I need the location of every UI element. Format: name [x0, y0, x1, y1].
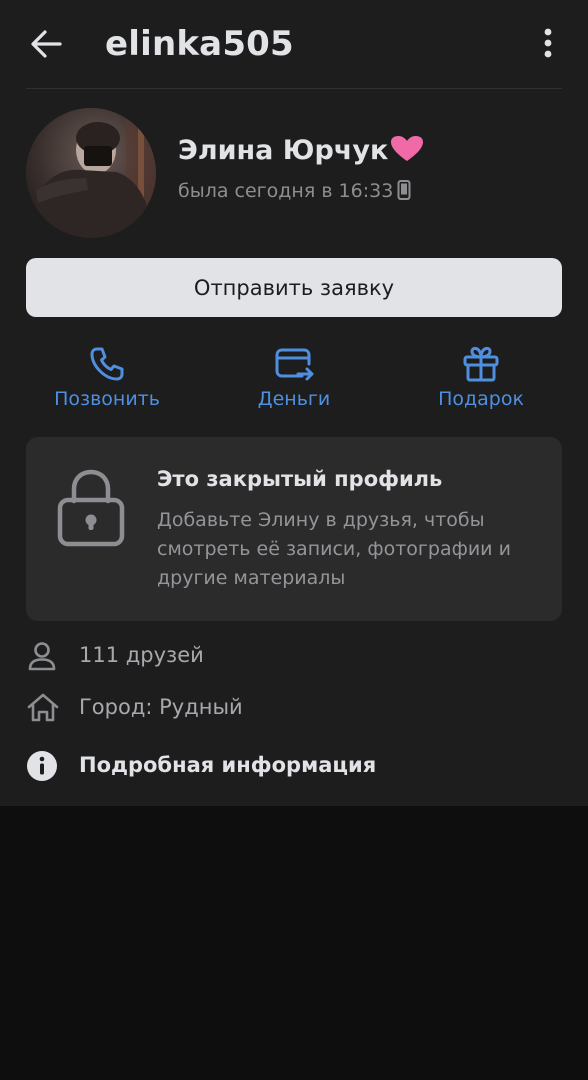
lock-icon — [57, 469, 125, 547]
profile-name: Элина Юрчук — [178, 132, 424, 170]
friends-count-row[interactable]: 111 друзей — [26, 636, 562, 676]
city-text: Город: Рудный — [79, 695, 243, 719]
friends-count-text: 111 друзей — [79, 643, 204, 667]
detailed-info-text: Подробная информация — [79, 753, 377, 777]
info-icon — [27, 751, 57, 781]
page-title: elinka505 — [105, 24, 294, 64]
city-row: Город: Рудный — [26, 688, 562, 728]
call-button[interactable]: Позвонить — [22, 340, 192, 420]
profile-panel: elinka505 Элина Юрчук была сегодня в 16:… — [0, 0, 588, 806]
call-label: Позвонить — [54, 388, 160, 410]
last-seen-status: была сегодня в 16:33 — [178, 176, 411, 206]
back-button[interactable] — [26, 24, 66, 64]
header-divider — [26, 88, 562, 89]
send-friend-request-button[interactable]: Отправить заявку — [26, 258, 562, 317]
gift-icon — [463, 346, 499, 382]
card-transfer-icon — [275, 348, 314, 381]
profile-name-text: Элина Юрчук — [178, 135, 389, 166]
kebab-menu-icon — [544, 28, 552, 58]
user-icon — [28, 642, 56, 671]
more-button[interactable] — [530, 24, 566, 64]
home-icon — [27, 693, 59, 722]
pink-heart-icon — [391, 136, 424, 161]
avatar-photo — [26, 108, 156, 238]
closed-profile-title: Это закрытый профиль — [157, 467, 443, 491]
arrow-left-icon — [31, 30, 62, 58]
money-label: Деньги — [257, 388, 331, 410]
gift-label: Подарок — [438, 388, 524, 410]
mobile-phone-icon — [397, 180, 411, 200]
avatar[interactable] — [26, 108, 156, 238]
last-seen-text: была сегодня в 16:33 — [178, 180, 394, 202]
gift-button[interactable]: Подарок — [396, 340, 566, 420]
closed-profile-card: Это закрытый профиль Добавьте Элину в др… — [26, 437, 562, 621]
screen: elinka505 Элина Юрчук была сегодня в 16:… — [0, 0, 588, 1080]
money-button[interactable]: Деньги — [209, 340, 379, 420]
top-bar: elinka505 — [0, 0, 588, 88]
detailed-info-row[interactable]: Подробная информация — [26, 746, 562, 786]
closed-profile-description: Добавьте Элину в друзья, чтобы смотреть … — [157, 509, 511, 589]
phone-icon — [90, 347, 124, 381]
